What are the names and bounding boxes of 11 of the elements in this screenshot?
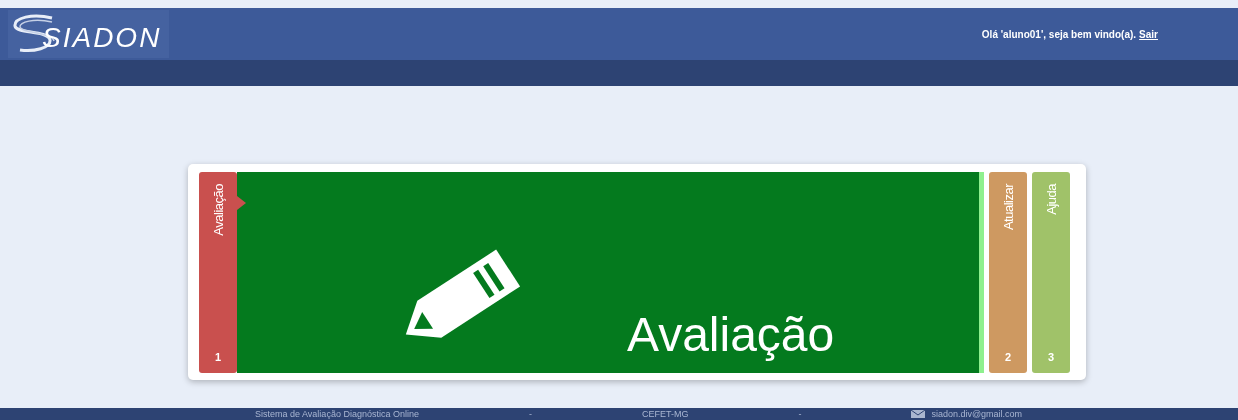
footer-text: Sistema de Avaliação Diagnóstica Online	[255, 409, 419, 419]
logout-link[interactable]: Sair	[1139, 28, 1158, 40]
footer-text: -	[798, 409, 802, 419]
footer-text: -	[528, 409, 532, 419]
greeting-text: Olá 'aluno01', seja bem vindo(a).	[981, 28, 1137, 40]
footer-email: siadon.div@gmail.com	[911, 409, 1023, 419]
siadon-logo: SIADON	[8, 10, 170, 58]
accordion-tab[interactable]: Avaliação 1	[199, 172, 237, 373]
footer-text: CEFET-MG	[641, 409, 689, 419]
panel-title: Avaliação	[627, 311, 835, 359]
accordion-tab[interactable]: Atualizar 2	[989, 172, 1027, 373]
